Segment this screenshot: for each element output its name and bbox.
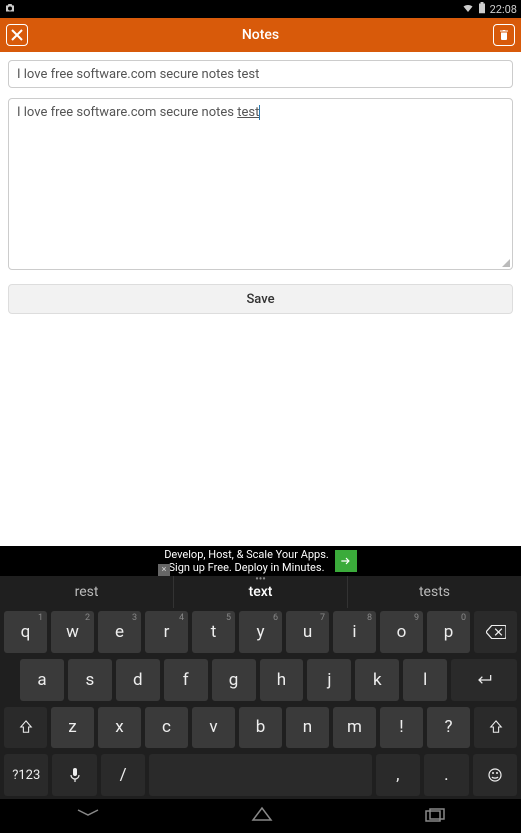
- key-c[interactable]: c: [145, 707, 188, 749]
- key-s[interactable]: s: [68, 659, 112, 701]
- key-row-2: a s d f g h j k l: [0, 656, 521, 704]
- nav-home-button[interactable]: [251, 806, 273, 826]
- delete-button[interactable]: [493, 24, 515, 46]
- ad-line1: Develop, Host, & Scale Your Apps.: [164, 548, 329, 561]
- status-time: 22:08: [490, 3, 517, 16]
- key-b[interactable]: b: [239, 707, 282, 749]
- key-backspace[interactable]: [474, 611, 517, 653]
- key-mic[interactable]: [52, 754, 96, 796]
- save-button[interactable]: Save: [8, 284, 513, 314]
- key-exclaim[interactable]: !: [380, 707, 423, 749]
- key-f[interactable]: f: [164, 659, 208, 701]
- suggestion-left[interactable]: rest: [0, 576, 174, 608]
- key-q[interactable]: q1: [4, 611, 47, 653]
- key-k[interactable]: k: [355, 659, 399, 701]
- key-a[interactable]: a: [20, 659, 64, 701]
- key-n[interactable]: n: [286, 707, 329, 749]
- key-t[interactable]: t5: [192, 611, 235, 653]
- battery-icon: [478, 2, 486, 17]
- status-bar: 22:08: [0, 0, 521, 18]
- note-title-input[interactable]: [8, 60, 513, 88]
- key-m[interactable]: m: [333, 707, 376, 749]
- key-d[interactable]: d: [116, 659, 160, 701]
- key-dot[interactable]: .: [424, 754, 468, 796]
- key-i[interactable]: i8: [333, 611, 376, 653]
- suggestion-right[interactable]: tests: [348, 576, 521, 608]
- body-text-prefix: I love free software.com secure notes: [17, 105, 237, 120]
- ad-close-button[interactable]: ×: [158, 564, 170, 576]
- close-button[interactable]: [6, 24, 28, 46]
- key-slash[interactable]: /: [101, 754, 145, 796]
- ellipsis-icon: •••: [255, 574, 266, 585]
- key-x[interactable]: x: [98, 707, 141, 749]
- key-enter[interactable]: [451, 659, 517, 701]
- key-u[interactable]: u7: [286, 611, 329, 653]
- android-navbar: [0, 799, 521, 833]
- content-area: I love free software.com secure notes te…: [0, 52, 521, 546]
- keyboard: rest •••text tests q1 w2 e3 r4 t5 y6 u7 …: [0, 576, 521, 799]
- key-e[interactable]: e3: [98, 611, 141, 653]
- key-r[interactable]: r4: [145, 611, 188, 653]
- key-shift-left[interactable]: [4, 707, 47, 749]
- key-w[interactable]: w2: [51, 611, 94, 653]
- key-v[interactable]: v: [192, 707, 235, 749]
- app-header: Notes: [0, 18, 521, 52]
- key-y[interactable]: y6: [239, 611, 282, 653]
- key-row-3: z x c v b n m ! ?: [0, 704, 521, 752]
- nav-back-button[interactable]: [76, 807, 100, 826]
- key-emoji[interactable]: [473, 754, 517, 796]
- key-comma[interactable]: ,: [376, 754, 420, 796]
- ad-line2: Sign up Free. Deploy in Minutes.: [169, 561, 325, 574]
- key-symbols[interactable]: ?123: [4, 754, 48, 796]
- key-l[interactable]: l: [403, 659, 447, 701]
- key-g[interactable]: g: [212, 659, 256, 701]
- key-j[interactable]: j: [307, 659, 351, 701]
- camera-icon: [4, 2, 16, 17]
- resize-handle-icon: [502, 259, 510, 267]
- wifi-icon: [462, 2, 474, 17]
- key-space[interactable]: [149, 754, 371, 796]
- ad-banner[interactable]: × Develop, Host, & Scale Your Apps. Sign…: [0, 546, 521, 576]
- note-body-input[interactable]: I love free software.com secure notes te…: [8, 98, 513, 270]
- nav-recent-button[interactable]: [425, 807, 445, 826]
- body-text-underlined: test: [237, 105, 259, 120]
- key-row-1: q1 w2 e3 r4 t5 y6 u7 i8 o9 p0: [0, 608, 521, 656]
- page-title: Notes: [28, 27, 493, 43]
- text-cursor: [259, 105, 260, 120]
- key-question[interactable]: ?: [427, 707, 470, 749]
- key-z[interactable]: z: [51, 707, 94, 749]
- ad-text: Develop, Host, & Scale Your Apps. Sign u…: [164, 548, 329, 574]
- suggestion-center[interactable]: •••text: [174, 576, 348, 608]
- suggestion-row: rest •••text tests: [0, 576, 521, 608]
- key-shift-right[interactable]: [474, 707, 517, 749]
- key-row-4: ?123 / , .: [0, 751, 521, 799]
- ad-arrow-icon: [335, 550, 357, 572]
- key-p[interactable]: p0: [427, 611, 470, 653]
- key-h[interactable]: h: [260, 659, 304, 701]
- key-o[interactable]: o9: [380, 611, 423, 653]
